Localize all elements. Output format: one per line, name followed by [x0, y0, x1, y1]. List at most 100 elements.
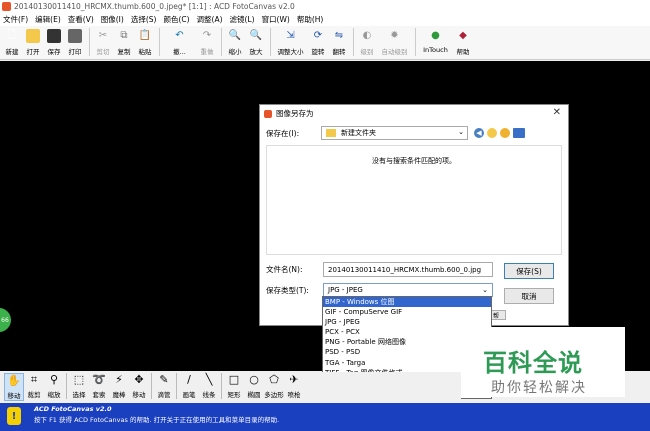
toolbar-undo-button[interactable]: ↶ 撤... [163, 28, 196, 58]
tool-crop-button[interactable]: ⌗ 裁剪 [24, 373, 44, 401]
toolbar-redo-button[interactable]: ↷ 重做 [197, 28, 217, 58]
tool-label: 多边形 [264, 391, 284, 399]
status-help-text: 按下 F1 获得 ACD FotoCanvas 的帮助. 打开关于正在使用的工具… [34, 416, 280, 424]
save-as-dialog: 图像另存为 ✕ 保存在(I): 新建文件夹 ⌄ ◀ 没有与搜索条件匹配的项。 文… [259, 104, 569, 326]
folder-select[interactable]: 新建文件夹 ⌄ [321, 126, 468, 140]
toolbar-label: 缩小 [228, 48, 242, 56]
toolbar-zoom-out-button[interactable]: 🔍 缩小 [225, 28, 245, 58]
menu-image[interactable]: 图像(I) [101, 14, 124, 25]
filename-field[interactable]: 20140130011410_HRCMX.thumb.600_0.jpg [323, 262, 493, 277]
toolbar-separator [89, 28, 90, 56]
toolbar-label: 重做 [200, 48, 214, 56]
toolbar-separator [221, 28, 222, 56]
toolbar-copy-button[interactable]: ⧉ 复制 [114, 28, 134, 58]
tool-lasso-button[interactable]: ➰ 套索 [89, 373, 109, 401]
back-icon[interactable]: ◀ [474, 128, 484, 138]
hand-move-icon: ✋ [7, 374, 21, 387]
toolbar-label: 撤... [173, 48, 186, 56]
tool-line-button[interactable]: ╲ 线条 [199, 373, 219, 401]
magic-wand-icon: ⚡ [115, 373, 123, 386]
tools-separator [221, 373, 222, 399]
rotate-icon: ⟳ [313, 30, 323, 41]
tool-magnifier-button[interactable]: ⚲ 缩放 [44, 373, 64, 401]
menu-file[interactable]: 文件(F) [3, 14, 28, 25]
menu-color[interactable]: 颜色(C) [163, 14, 189, 25]
filename-label: 文件名(N): [266, 265, 303, 274]
tool-polygon-button[interactable]: ⬠ 多边形 [264, 373, 284, 401]
filetype-select[interactable]: JPG - JPEG ⌄ [323, 283, 493, 297]
nav-icons: ◀ [474, 128, 528, 138]
tool-label: 套索 [92, 391, 106, 399]
toolbar-label: 新建 [5, 48, 19, 56]
new-folder-icon[interactable] [500, 128, 510, 138]
toolbar-rotate-button[interactable]: ⟳ 旋转 [308, 28, 328, 58]
toolbar-cut-button[interactable]: ✂ 剪切 [93, 28, 113, 58]
filename-row: 文件名(N): 20140130011410_HRCMX.thumb.600_0… [266, 262, 493, 277]
tool-rectangle-button[interactable]: □ 矩形 [224, 373, 244, 401]
toolbar-print-button[interactable]: 打印 [65, 28, 85, 58]
tool-ellipse-button[interactable]: ○ 椭圆 [244, 373, 264, 401]
toolbar-intouch-globe-button[interactable]: ● InTouch [419, 28, 452, 58]
up-folder-icon[interactable] [487, 128, 497, 138]
tool-label: 滴管 [157, 391, 171, 399]
filetype-option[interactable]: GIF - CompuServe GIF [323, 307, 491, 317]
toolbar-separator [159, 28, 160, 56]
menu-filter[interactable]: 滤镜(L) [230, 14, 255, 25]
tool-label: 移动 [132, 391, 146, 399]
toolbar-label: 翻转 [332, 48, 346, 56]
toolbar-levels-button[interactable]: ◐ 级别 [357, 28, 377, 58]
toolbar-zoom-in-button[interactable]: 🔍 放大 [246, 28, 266, 58]
toolbar-label: 打印 [68, 48, 82, 56]
menu-view[interactable]: 查看(V) [68, 14, 94, 25]
tool-label: 椭圆 [247, 391, 261, 399]
toolbar-save-disk-button[interactable]: 保存 [44, 28, 64, 58]
toolbar-auto-levels-button[interactable]: ✹ 自动级别 [378, 28, 411, 58]
tool-label: 魔棒 [112, 391, 126, 399]
filetype-option[interactable]: BMP - Windows 位图 [323, 297, 491, 308]
tools-separator [66, 373, 67, 399]
tool-airbrush-button[interactable]: ✈ 喷枪 [284, 373, 304, 401]
help-book-icon: ◆ [459, 30, 467, 41]
tool-rect-select-button[interactable]: ⬚ 选择 [69, 373, 89, 401]
tool-label: 缩放 [47, 391, 61, 399]
toolbar-label: 放大 [249, 48, 263, 56]
tool-move-arrows-button[interactable]: ✥ 移动 [129, 373, 149, 401]
menu-window[interactable]: 窗口(W) [262, 14, 290, 25]
status-bar: ! ACD FotoCanvas v2.0 按下 F1 获得 ACD FotoC… [0, 403, 650, 431]
tool-eyedropper-button[interactable]: ✎ 滴管 [154, 373, 174, 401]
close-icon[interactable]: ✕ [553, 107, 561, 118]
menu-edit[interactable]: 编辑(E) [35, 14, 61, 25]
levels-icon: ◐ [362, 30, 372, 41]
file-list[interactable]: 没有与搜索条件匹配的项。 [266, 145, 562, 255]
toolbar-label: 保存 [47, 48, 61, 56]
ellipse-icon: ○ [249, 373, 259, 386]
view-menu-icon[interactable] [513, 128, 525, 138]
toolbar-help-book-button[interactable]: ◆ 帮助 [453, 28, 473, 58]
tool-brush-button[interactable]: / 画笔 [179, 373, 199, 401]
menu-adjust[interactable]: 调整(A) [197, 14, 223, 25]
filetype-option[interactable]: JPG - JPEG [323, 317, 491, 327]
toolbar-paste-button[interactable]: 📋 粘贴 [135, 28, 155, 58]
tool-hand-move-button[interactable]: ✋ 移动 [4, 373, 24, 401]
menu-bar: 文件(F) 编辑(E) 查看(V) 图像(I) 选择(S) 颜色(C) 调整(A… [0, 13, 650, 26]
dialog-title: 图像另存为 [276, 109, 314, 118]
cancel-button[interactable]: 取消 [504, 288, 554, 304]
toolbar-label: 复制 [117, 48, 131, 56]
toolbar-resize-button[interactable]: ⇲ 调整大小 [274, 28, 307, 58]
side-badge[interactable]: 66 [0, 308, 11, 332]
magnifier-icon: ⚲ [49, 373, 59, 386]
main-toolbar: 🗋 新建 打开 保存 打印 ✂ 剪切 ⧉ 复制 📋 粘贴 ↶ 撤... ↷ 重做 🔍 缩小 🔍 放大 ⇲ 调整大小 ⟳ 旋转… [0, 26, 650, 60]
menu-help[interactable]: 帮助(H) [297, 14, 324, 25]
tool-magic-wand-button[interactable]: ⚡ 魔棒 [109, 373, 129, 401]
tool-label: 画笔 [182, 391, 196, 399]
save-button[interactable]: 保存(S) [504, 263, 554, 279]
rect-select-icon: ⬚ [73, 373, 85, 386]
toolbar-open-folder-button[interactable]: 打开 [23, 28, 43, 58]
zoom-out-icon: 🔍 [228, 30, 242, 41]
menu-select[interactable]: 选择(S) [131, 14, 157, 25]
toolbar-flip-button[interactable]: ⇋ 翻转 [329, 28, 349, 58]
tools-bar: ✋ 移动 ⌗ 裁剪 ⚲ 缩放 ⬚ 选择 ➰ 套索 ⚡ 魔棒 ✥ 移动 ✎ 滴管 / 画笔 ╲ 线条 □ 矩形 ○ 椭圆 ⬠ 多边形… [0, 372, 461, 402]
toolbar-label: 打开 [26, 48, 40, 56]
save-in-row: 保存在(I): 新建文件夹 ⌄ ◀ [266, 126, 528, 140]
toolbar-new-file-button[interactable]: 🗋 新建 [2, 28, 22, 58]
